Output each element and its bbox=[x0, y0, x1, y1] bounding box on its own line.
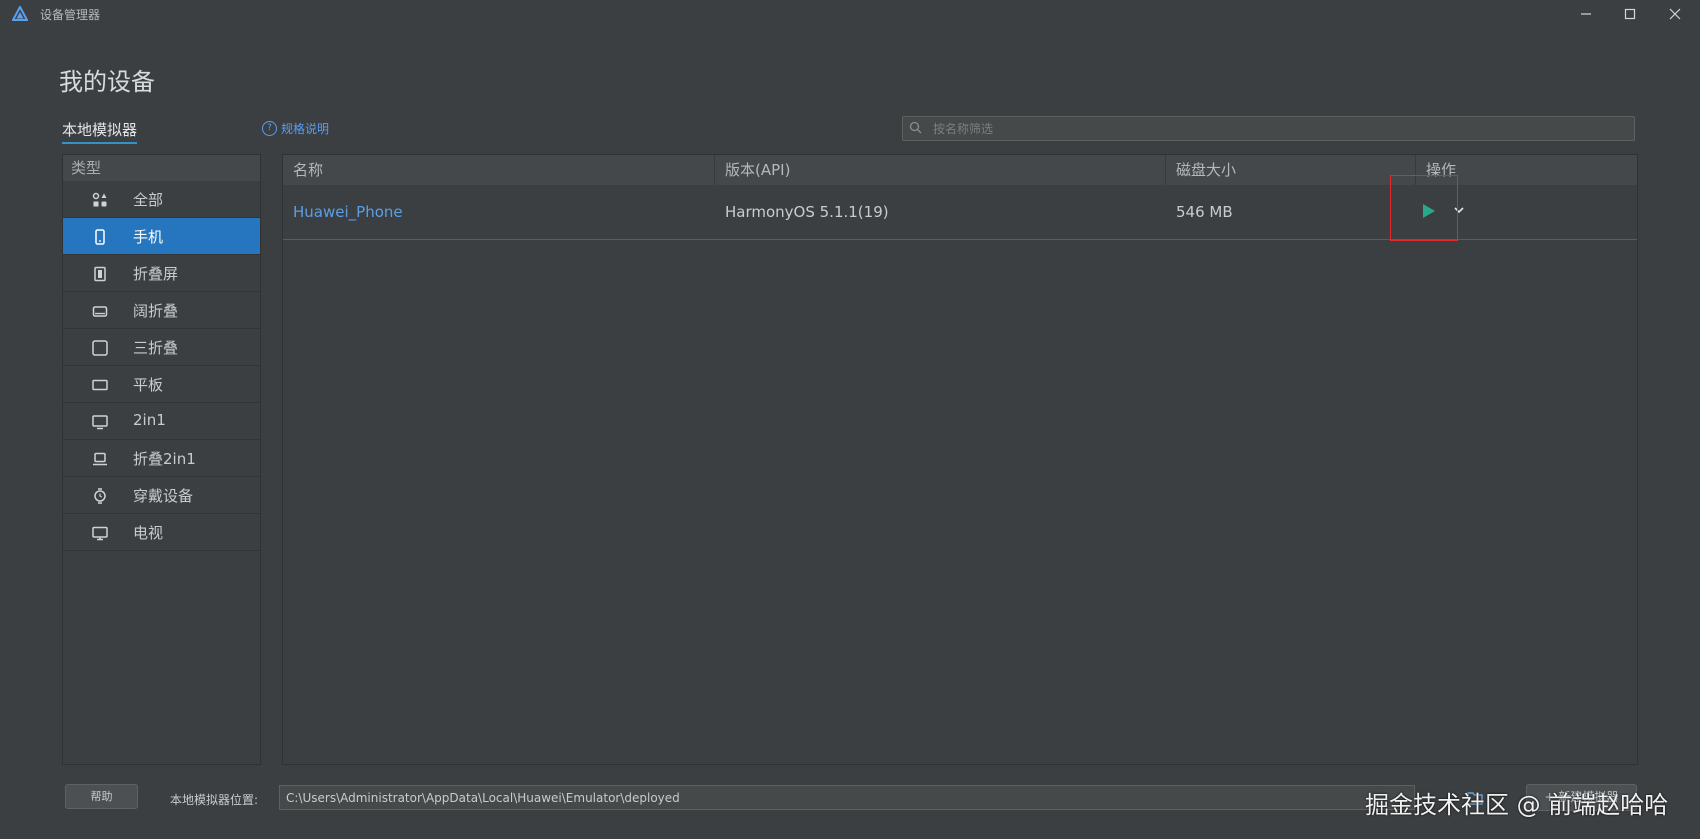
sidebar-item-label: 手机 bbox=[133, 228, 164, 246]
tablet-icon bbox=[92, 379, 108, 391]
sidebar-item-2in1[interactable]: 2in1 bbox=[63, 403, 260, 440]
device-type-sidebar: 类型 全部 手机 折叠屏 阔折叠 三折叠 平板 2in1 折叠2in1 穿戴设备… bbox=[62, 154, 261, 765]
device-table: 名称 版本(API) 磁盘大小 操作 Huawei_Phone HarmonyO… bbox=[282, 154, 1638, 765]
maximize-button[interactable] bbox=[1607, 0, 1653, 28]
tri-fold-icon bbox=[92, 340, 108, 356]
tab-local-emulator[interactable]: 本地模拟器 bbox=[62, 119, 138, 144]
search-box[interactable] bbox=[902, 116, 1635, 141]
sidebar-item-label: 折叠2in1 bbox=[133, 450, 196, 468]
title-bar: 设备管理器 bbox=[0, 0, 1700, 28]
laptop-icon bbox=[93, 452, 107, 466]
device-name[interactable]: Huawei_Phone bbox=[283, 185, 715, 239]
highlight-box bbox=[1390, 175, 1458, 241]
foldable-icon bbox=[94, 266, 106, 282]
sidebar-item-tri-fold[interactable]: 三折叠 bbox=[63, 329, 260, 366]
page-title: 我的设备 bbox=[59, 68, 155, 96]
watermark: 掘金技术社区 @ 前端赵哈哈 bbox=[1365, 791, 1669, 819]
sidebar-item-fold-2in1[interactable]: 折叠2in1 bbox=[63, 440, 260, 477]
location-field[interactable] bbox=[280, 786, 1414, 809]
search-icon bbox=[909, 121, 922, 134]
tv-icon bbox=[92, 526, 108, 541]
column-header-name[interactable]: 名称 bbox=[283, 155, 715, 185]
window-title: 设备管理器 bbox=[40, 8, 101, 22]
phone-icon bbox=[95, 229, 105, 245]
sidebar-item-tv[interactable]: 电视 bbox=[63, 514, 260, 551]
device-disk-size: 546 MB bbox=[1176, 203, 1233, 221]
sidebar-item-label: 折叠屏 bbox=[133, 265, 179, 283]
wide-fold-icon bbox=[92, 306, 108, 317]
sidebar-item-label: 全部 bbox=[133, 191, 164, 209]
location-field-wrapper[interactable] bbox=[279, 785, 1415, 810]
watch-icon bbox=[94, 488, 106, 504]
close-icon bbox=[1669, 8, 1681, 20]
help-button[interactable]: 帮助 bbox=[65, 784, 138, 809]
help-circle-icon: ? bbox=[262, 121, 277, 136]
device-version: HarmonyOS 5.1.1(19) bbox=[725, 203, 889, 221]
grid-icon bbox=[92, 192, 107, 207]
sidebar-item-wearable[interactable]: 穿戴设备 bbox=[63, 477, 260, 514]
minimize-icon bbox=[1581, 13, 1591, 15]
close-button[interactable] bbox=[1652, 0, 1698, 28]
column-header-version[interactable]: 版本(API) bbox=[715, 155, 1166, 185]
sidebar-item-all[interactable]: 全部 bbox=[63, 181, 260, 218]
spec-link-label: 规格说明 bbox=[281, 122, 330, 136]
monitor-icon bbox=[92, 415, 108, 430]
sidebar-item-label: 平板 bbox=[133, 376, 164, 394]
spec-link[interactable]: ? 规格说明 bbox=[262, 120, 329, 137]
sidebar-item-label: 2in1 bbox=[133, 411, 166, 429]
sidebar-item-label: 电视 bbox=[133, 524, 164, 542]
minimize-button[interactable] bbox=[1563, 0, 1609, 28]
sidebar-item-label: 阔折叠 bbox=[133, 302, 179, 320]
sidebar-item-phone[interactable]: 手机 bbox=[63, 218, 260, 255]
sidebar-item-foldable[interactable]: 折叠屏 bbox=[63, 255, 260, 292]
sidebar-item-tablet[interactable]: 平板 bbox=[63, 366, 260, 403]
column-header-disk[interactable]: 磁盘大小 bbox=[1166, 155, 1416, 185]
sidebar-item-label: 穿戴设备 bbox=[133, 487, 194, 505]
sidebar-item-wide-fold[interactable]: 阔折叠 bbox=[63, 292, 260, 329]
sidebar-item-label: 三折叠 bbox=[133, 339, 179, 357]
app-logo-icon bbox=[12, 6, 28, 21]
maximize-icon bbox=[1624, 8, 1636, 20]
sidebar-header: 类型 bbox=[63, 155, 260, 181]
search-input[interactable] bbox=[933, 117, 1623, 140]
location-label: 本地模拟器位置: bbox=[170, 793, 259, 807]
